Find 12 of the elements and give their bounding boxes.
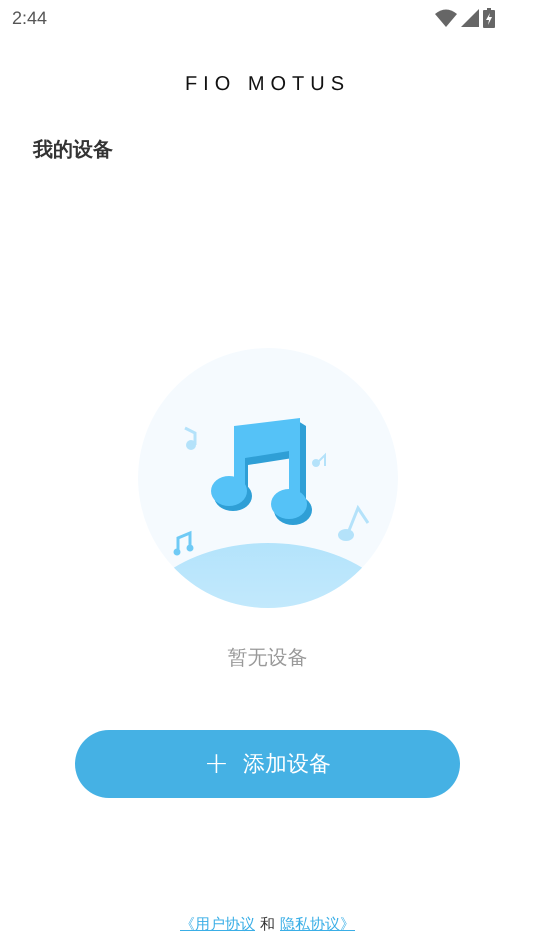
footer-text: 和: [260, 914, 275, 934]
signal-icon: [461, 9, 479, 27]
agreement-link[interactable]: 《用户协议: [180, 912, 255, 935]
add-device-button[interactable]: + 添加设备: [75, 730, 460, 798]
agreement-link[interactable]: 隐私协议》: [280, 912, 355, 935]
brand-logo: FIO MOTUS: [184, 74, 350, 94]
plus-icon: +: [204, 749, 230, 779]
empty-message: 暂无设备: [228, 644, 308, 671]
status-time: 2:44: [12, 6, 48, 30]
wifi-icon: [435, 9, 457, 27]
section-title: 我的设备: [33, 137, 113, 161]
battery-icon: [483, 8, 495, 28]
